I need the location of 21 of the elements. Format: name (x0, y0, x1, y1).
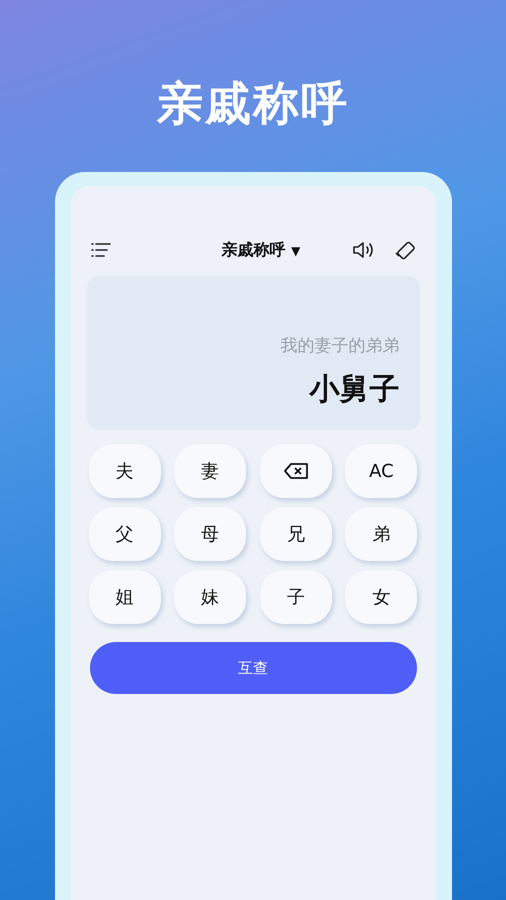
menu-icon[interactable] (90, 242, 110, 258)
key-button[interactable]: AC (345, 444, 418, 498)
rotate-phone-icon[interactable] (394, 239, 416, 261)
key-button[interactable]: 子 (260, 570, 332, 624)
key-button[interactable]: 弟 (345, 507, 418, 561)
backspace-icon (282, 462, 309, 480)
key-button[interactable]: 妻 (174, 444, 246, 498)
headline: 亲戚称呼 (157, 75, 349, 132)
key-button[interactable]: 夫 (88, 444, 160, 498)
lookup-button[interactable]: 互查 (90, 642, 416, 694)
result-text: 小舅子 (310, 371, 400, 409)
expression-text: 我的妻子的弟弟 (280, 335, 400, 357)
key-button[interactable]: 兄 (260, 507, 332, 561)
backspace-button[interactable] (260, 444, 332, 498)
speaker-icon[interactable] (352, 241, 376, 259)
title-dropdown[interactable]: 亲戚称呼 ▼ (222, 240, 300, 260)
key-button[interactable]: 女 (345, 570, 418, 624)
key-button[interactable]: 父 (88, 507, 160, 561)
key-button[interactable]: 母 (174, 507, 246, 561)
key-button[interactable]: 姐 (88, 570, 160, 624)
key-button[interactable]: 妹 (174, 570, 246, 624)
